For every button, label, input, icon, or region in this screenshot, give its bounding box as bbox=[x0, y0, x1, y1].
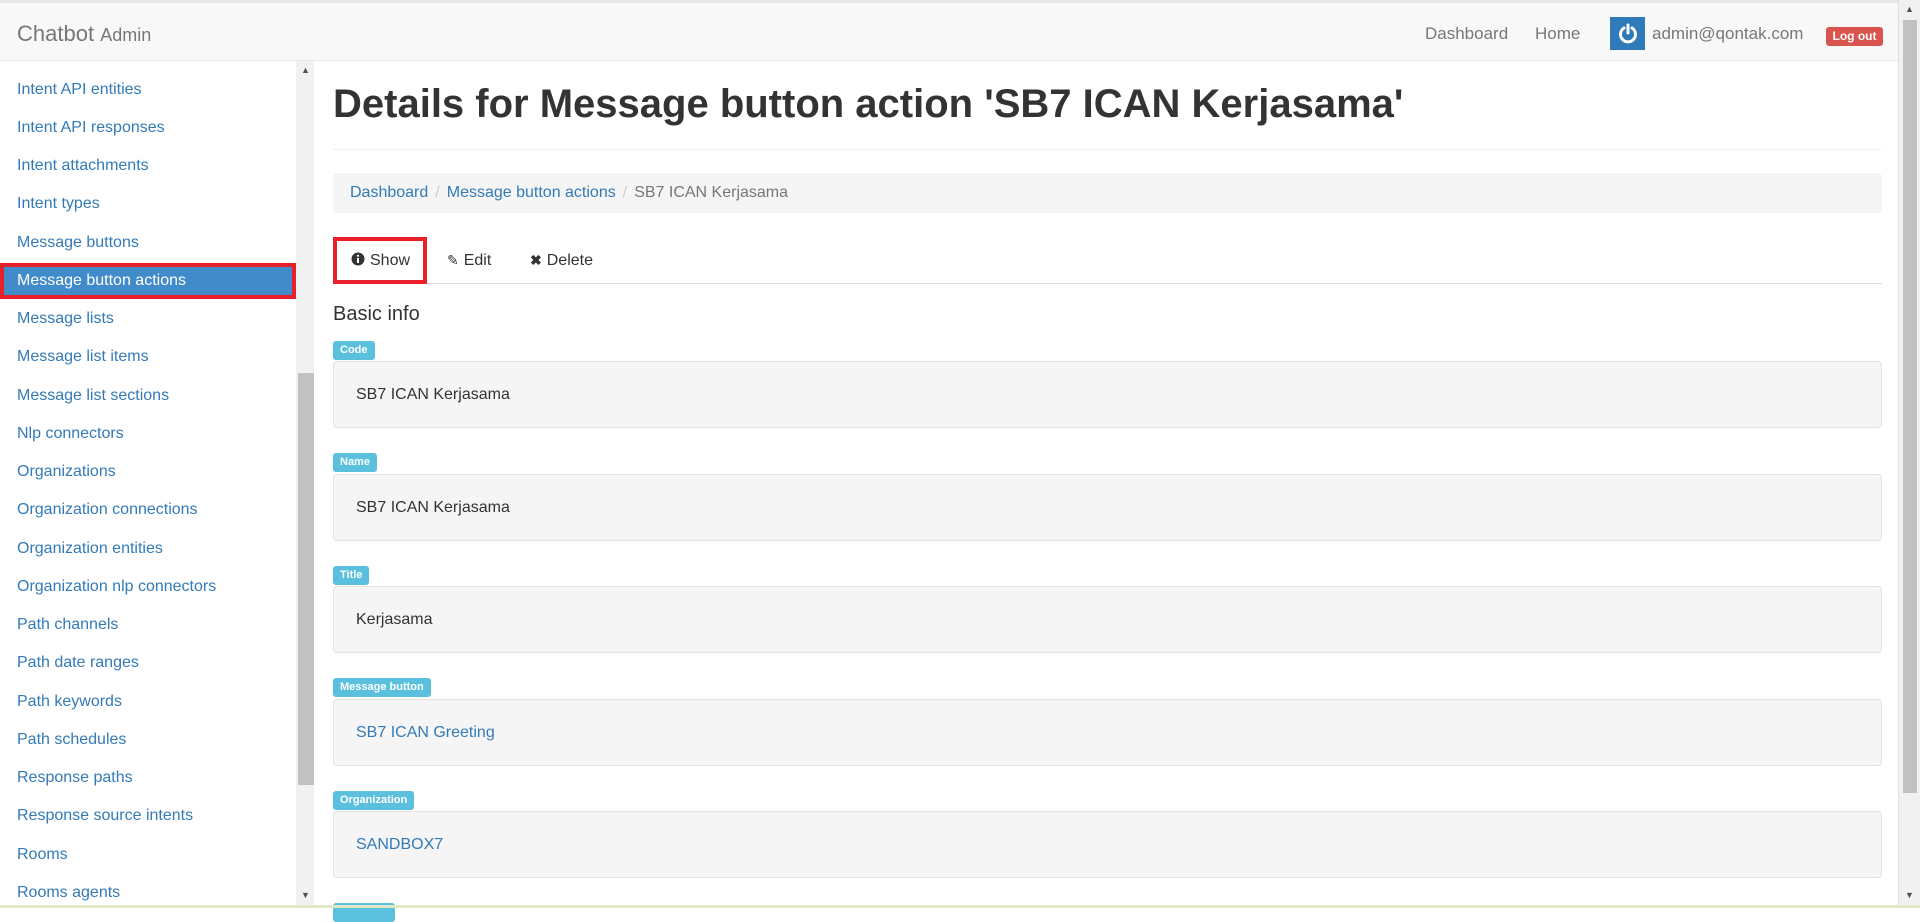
sidebar-item-organizations[interactable]: Organizations bbox=[0, 454, 296, 490]
tab-edit-label: Edit bbox=[463, 251, 492, 269]
user-email: admin@qontak.com bbox=[1652, 23, 1804, 43]
field-label-title: Title bbox=[333, 566, 370, 585]
action-tabs: Show ✎ Edit ✖ Delete bbox=[333, 235, 1882, 284]
sidebar-scroll-down-icon[interactable]: ▼ bbox=[301, 890, 310, 900]
nav-home-link[interactable]: Home bbox=[1535, 24, 1580, 44]
sidebar-item-path-date-ranges[interactable]: Path date ranges bbox=[0, 645, 296, 681]
sidebar-item-response-source-intents[interactable]: Response source intents bbox=[0, 798, 296, 834]
main-content: Details for Message button action 'SB7 I… bbox=[333, 61, 1882, 922]
pencil-icon: ✎ bbox=[447, 252, 459, 268]
breadcrumb-separator: / bbox=[622, 184, 628, 201]
sidebar-item-intent-types[interactable]: Intent types bbox=[0, 186, 296, 222]
sidebar-item-path-keywords[interactable]: Path keywords bbox=[0, 684, 296, 720]
sidebar-scrollbar[interactable]: ▲ ▼ bbox=[296, 61, 314, 908]
page-scrollbar[interactable]: ▲ ▼ bbox=[1898, 0, 1920, 908]
sidebar-item-rooms-agents[interactable]: Rooms agents bbox=[0, 875, 296, 908]
page-title: Details for Message button action 'SB7 I… bbox=[333, 82, 1404, 126]
field-value-name: SB7 ICAN Kerjasama bbox=[333, 474, 1882, 541]
sidebar-scrollbar-thumb[interactable] bbox=[298, 373, 314, 785]
field-value-organization-link[interactable]: SANDBOX7 bbox=[333, 811, 1882, 878]
top-navbar: Chatbot Admin Dashboard Home admin@qonta… bbox=[0, 0, 1898, 61]
field-value-title: Kerjasama bbox=[333, 586, 1882, 653]
section-title-basic-info: Basic info bbox=[333, 303, 420, 325]
brand-subtitle: Admin bbox=[100, 25, 152, 45]
times-icon: ✖ bbox=[530, 252, 542, 268]
tab-delete[interactable]: ✖ Delete bbox=[530, 237, 593, 284]
breadcrumb-dashboard[interactable]: Dashboard bbox=[350, 184, 428, 202]
sidebar-item-rooms[interactable]: Rooms bbox=[0, 837, 296, 873]
power-icon bbox=[1610, 17, 1645, 50]
breadcrumb-current: SB7 ICAN Kerjasama bbox=[634, 184, 789, 201]
title-divider bbox=[333, 149, 1882, 150]
field-label-name: Name bbox=[333, 453, 377, 472]
sidebar-item-organization-nlp-connectors[interactable]: Organization nlp connectors bbox=[0, 569, 296, 605]
tab-show[interactable]: Show bbox=[333, 237, 427, 284]
field-value-message-button-link[interactable]: SB7 ICAN Greeting bbox=[333, 699, 1882, 766]
sidebar-item-message-button-actions[interactable]: Message button actions bbox=[0, 263, 296, 299]
field-label-code: Code bbox=[333, 341, 375, 360]
brand-logo[interactable]: Chatbot Admin bbox=[17, 21, 151, 47]
sidebar-item-message-buttons[interactable]: Message buttons bbox=[0, 225, 296, 261]
field-label-message-button: Message button bbox=[333, 678, 431, 697]
user-menu[interactable]: admin@qontak.com bbox=[1610, 17, 1803, 50]
field-value-code: SB7 ICAN Kerjasama bbox=[333, 361, 1882, 428]
sidebar-item-organization-entities[interactable]: Organization entities bbox=[0, 531, 296, 567]
tab-show-label: Show bbox=[370, 251, 411, 269]
sidebar-item-message-lists[interactable]: Message lists bbox=[0, 301, 296, 337]
scroll-up-arrow-icon[interactable]: ▲ bbox=[1905, 4, 1914, 14]
breadcrumb-separator: / bbox=[435, 184, 440, 201]
sidebar-item-organization-connections[interactable]: Organization connections bbox=[0, 492, 296, 528]
sidebar-item-path-schedules[interactable]: Path schedules bbox=[0, 722, 296, 758]
logout-button[interactable]: Log out bbox=[1826, 27, 1883, 46]
sidebar-scroll-up-icon[interactable]: ▲ bbox=[301, 65, 310, 75]
sidebar-item-partial[interactable] bbox=[0, 61, 296, 72]
tab-edit[interactable]: ✎ Edit bbox=[447, 237, 491, 284]
sidebar-nav: Intent API entities Intent API responses… bbox=[0, 61, 296, 908]
sidebar-item-message-list-sections[interactable]: Message list sections bbox=[0, 378, 296, 414]
field-label-organization: Organization bbox=[333, 791, 415, 810]
sidebar-item-intent-attachments[interactable]: Intent attachments bbox=[0, 148, 296, 184]
breadcrumb-message-button-actions[interactable]: Message button actions bbox=[447, 184, 616, 202]
page-scrollbar-thumb[interactable] bbox=[1903, 20, 1917, 793]
breadcrumb: Dashboard / Message button actions / SB7… bbox=[333, 173, 1882, 213]
sidebar-item-message-list-items[interactable]: Message list items bbox=[0, 339, 296, 375]
info-circle-icon bbox=[351, 252, 365, 269]
sidebar-item-intent-api-responses[interactable]: Intent API responses bbox=[0, 110, 296, 146]
sidebar-item-intent-api-entities[interactable]: Intent API entities bbox=[0, 72, 296, 108]
sidebar-item-nlp-connectors[interactable]: Nlp connectors bbox=[0, 416, 296, 452]
sidebar-item-response-paths[interactable]: Response paths bbox=[0, 760, 296, 796]
scroll-down-arrow-icon[interactable]: ▼ bbox=[1905, 890, 1914, 900]
nav-dashboard-link[interactable]: Dashboard bbox=[1425, 24, 1508, 44]
brand-name: Chatbot bbox=[17, 21, 95, 46]
sidebar-item-path-channels[interactable]: Path channels bbox=[0, 607, 296, 643]
tab-delete-label: Delete bbox=[546, 251, 593, 269]
